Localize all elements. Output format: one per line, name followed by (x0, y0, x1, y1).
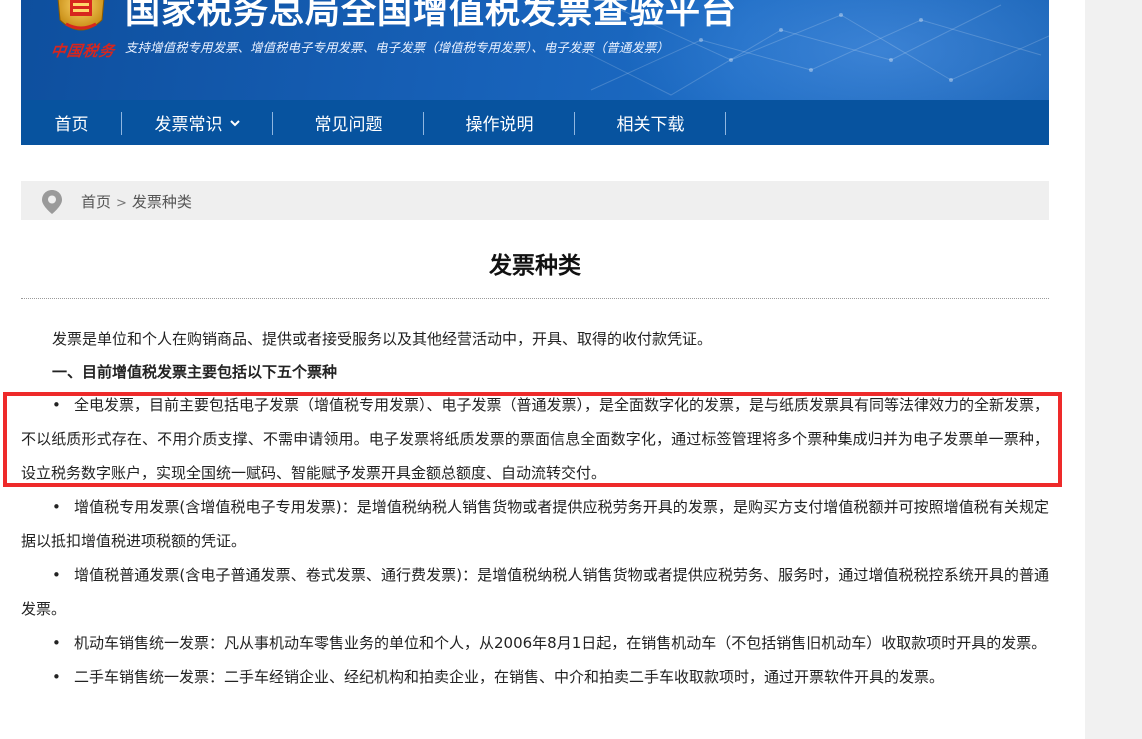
tax-emblem-icon (57, 0, 105, 31)
breadcrumb-separator: > (116, 196, 127, 211)
main-nav: 首页 发票常识 常见问题 操作说明 相关下载 (21, 100, 1049, 145)
bullet: • (52, 668, 61, 686)
nav-label: 常见问题 (314, 115, 383, 135)
nav-item-instructions[interactable]: 操作说明 (424, 100, 575, 145)
bullet: • (52, 498, 61, 516)
list-item: • 机动车销售统一发票：凡从事机动车零售业务的单位和个人，从2006年8月1日起，… (21, 626, 1049, 660)
page: 中国税务 国家税务总局全国增值税发票查验平台 支持增值税专用发票、增值税电子专用… (3, 0, 1062, 686)
list-item-text: 机动车销售统一发票：凡从事机动车零售业务的单位和个人，从2006年8月1日起，在… (74, 634, 1047, 652)
list-item: • 增值税普通发票(含电子普通发票、卷式发票、通行费发票)：是增值税纳税人销售货物… (21, 558, 1049, 626)
article-body: 发票是单位和个人在购销商品、提供或者接受服务以及其他经营活动中，开具、取得的收付… (21, 322, 1049, 694)
section-heading: 一、目前增值税发票主要包括以下五个票种 (52, 363, 338, 381)
list-item-text: 增值税普通发票(含电子普通发票、卷式发票、通行费发票)：是增值税纳税人销售货物或… (21, 566, 1049, 618)
nav-label: 发票常识 (154, 115, 223, 135)
nav-label: 首页 (54, 115, 89, 135)
list-item: • 增值税专用发票(含增值税电子专用发票)：是增值税纳税人销售货物或者提供应税劳务… (21, 490, 1049, 558)
site-header-banner: 中国税务 国家税务总局全国增值税发票查验平台 支持增值税专用发票、增值税电子专用… (21, 0, 1049, 100)
highlight-annotation (3, 392, 1062, 487)
nav-label: 操作说明 (465, 115, 534, 135)
bullet: • (52, 634, 61, 652)
brand-logotype: 中国税务 (49, 42, 117, 60)
nav-item-faq[interactable]: 常见问题 (273, 100, 424, 145)
nav-item-downloads[interactable]: 相关下载 (575, 100, 726, 145)
breadcrumb-current: 发票种类 (131, 193, 192, 211)
list-item-text: 二手车销售统一发票：二手车经销企业、经纪机构和拍卖企业，在销售、中介和拍卖二手车… (74, 668, 945, 686)
list-item: • 二手车销售统一发票：二手车经销企业、经纪机构和拍卖企业，在销售、中介和拍卖二手… (21, 660, 1049, 694)
site-subtitle: 支持增值税专用发票、增值税电子专用发票、电子发票（增值税专用发票）、电子发票（普… (125, 40, 669, 55)
list-item-text: 增值税专用发票(含增值税电子专用发票)：是增值税纳税人销售货物或者提供应税劳务开… (21, 498, 1049, 550)
page-title: 发票种类 (489, 253, 581, 279)
chevron-down-icon (229, 119, 240, 126)
breadcrumb-home-link[interactable]: 首页 (81, 193, 111, 211)
nav-item-invoice-knowledge[interactable]: 发票常识 (122, 100, 273, 145)
nav-item-home[interactable]: 首页 (21, 100, 122, 145)
bullet: • (52, 566, 61, 584)
breadcrumb: 首页 > 发票种类 (21, 181, 1049, 220)
site-title: 国家税务总局全国增值税发票查验平台 (125, 0, 738, 32)
location-pin-icon (42, 190, 62, 214)
divider (21, 298, 1049, 299)
nav-label: 相关下载 (616, 115, 685, 135)
scrollbar-gutter[interactable] (1085, 0, 1142, 739)
intro-paragraph: 发票是单位和个人在购销商品、提供或者接受服务以及其他经营活动中，开具、取得的收付… (52, 330, 713, 348)
